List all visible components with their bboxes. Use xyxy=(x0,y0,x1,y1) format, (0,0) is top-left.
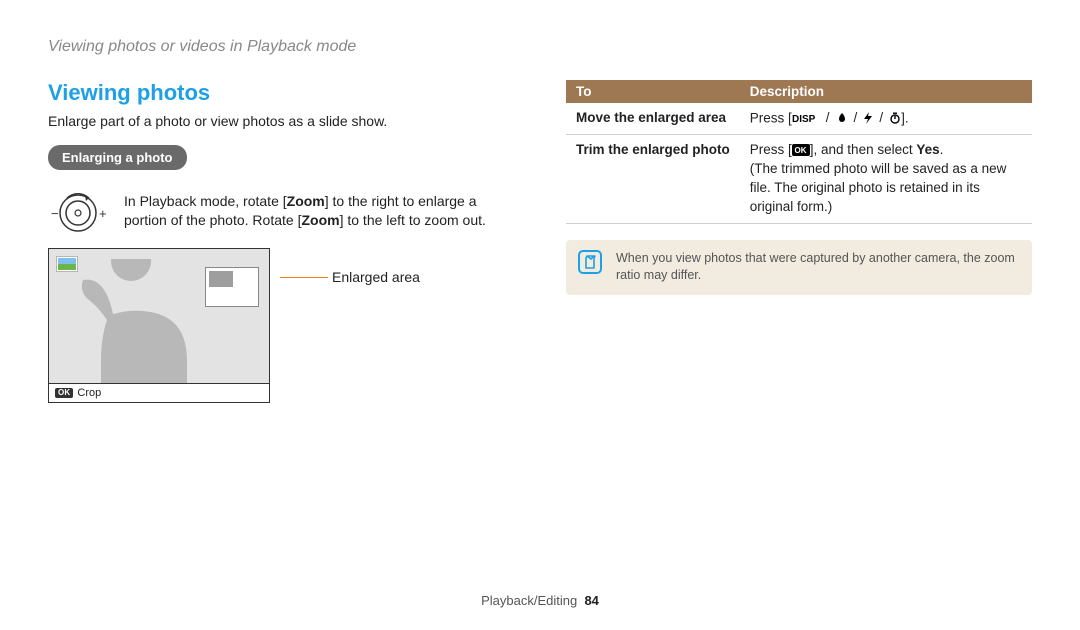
enlarged-area-box xyxy=(205,267,259,307)
row-desc: Press [ DISP/ / / ]. xyxy=(740,103,1032,135)
callout-label: Enlarged area xyxy=(332,269,420,285)
macro-icon xyxy=(836,112,848,124)
ok-button-icon: OK xyxy=(792,144,810,156)
crop-label: Crop xyxy=(77,387,101,399)
svg-text:+: + xyxy=(99,206,107,221)
screenshot-wrap: OK Crop Enlarged area xyxy=(48,248,518,403)
svg-text:−: − xyxy=(51,206,59,221)
screenshot-footer: OK Crop xyxy=(49,383,269,402)
subheading-pill: Enlarging a photo xyxy=(48,145,187,170)
note-icon xyxy=(578,250,602,274)
row-to: Trim the enlarged photo xyxy=(566,135,740,224)
flash-icon xyxy=(863,112,873,124)
zoom-instruction-row: − + In Playback mode, rotate [Zoom] to t… xyxy=(48,188,518,234)
table-row: Move the enlarged area Press [ DISP/ / /… xyxy=(566,103,1032,135)
timer-icon xyxy=(889,112,901,124)
zoom-dial-icon: − + xyxy=(48,188,112,234)
zoom-instruction-text: In Playback mode, rotate [Zoom] to the r… xyxy=(124,192,518,230)
callout-line xyxy=(280,277,328,278)
page-footer: Playback/Editing 84 xyxy=(0,593,1080,608)
row-desc: Press [OK], and then select Yes. (The tr… xyxy=(740,135,1032,224)
svg-text:DISP: DISP xyxy=(792,114,816,124)
row-to: Move the enlarged area xyxy=(566,103,740,135)
section-title: Viewing photos xyxy=(48,80,518,106)
silhouette-icon xyxy=(73,259,223,383)
table-row: Trim the enlarged photo Press [OK], and … xyxy=(566,135,1032,224)
intro-text: Enlarge part of a photo or view photos a… xyxy=(48,112,518,131)
ok-icon: OK xyxy=(55,388,73,398)
operations-table: To Description Move the enlarged area Pr… xyxy=(566,80,1032,224)
note-text: When you view photos that were captured … xyxy=(616,251,1015,283)
breadcrumb: Viewing photos or videos in Playback mod… xyxy=(48,38,1032,56)
disp-icon: DISP xyxy=(792,112,820,124)
svg-text:OK: OK xyxy=(794,146,806,155)
note-box: When you view photos that were captured … xyxy=(566,240,1032,295)
dpad-icons: DISP/ / / xyxy=(792,109,901,128)
th-description: Description xyxy=(740,80,1032,103)
th-to: To xyxy=(566,80,740,103)
example-screenshot: OK Crop xyxy=(48,248,270,403)
